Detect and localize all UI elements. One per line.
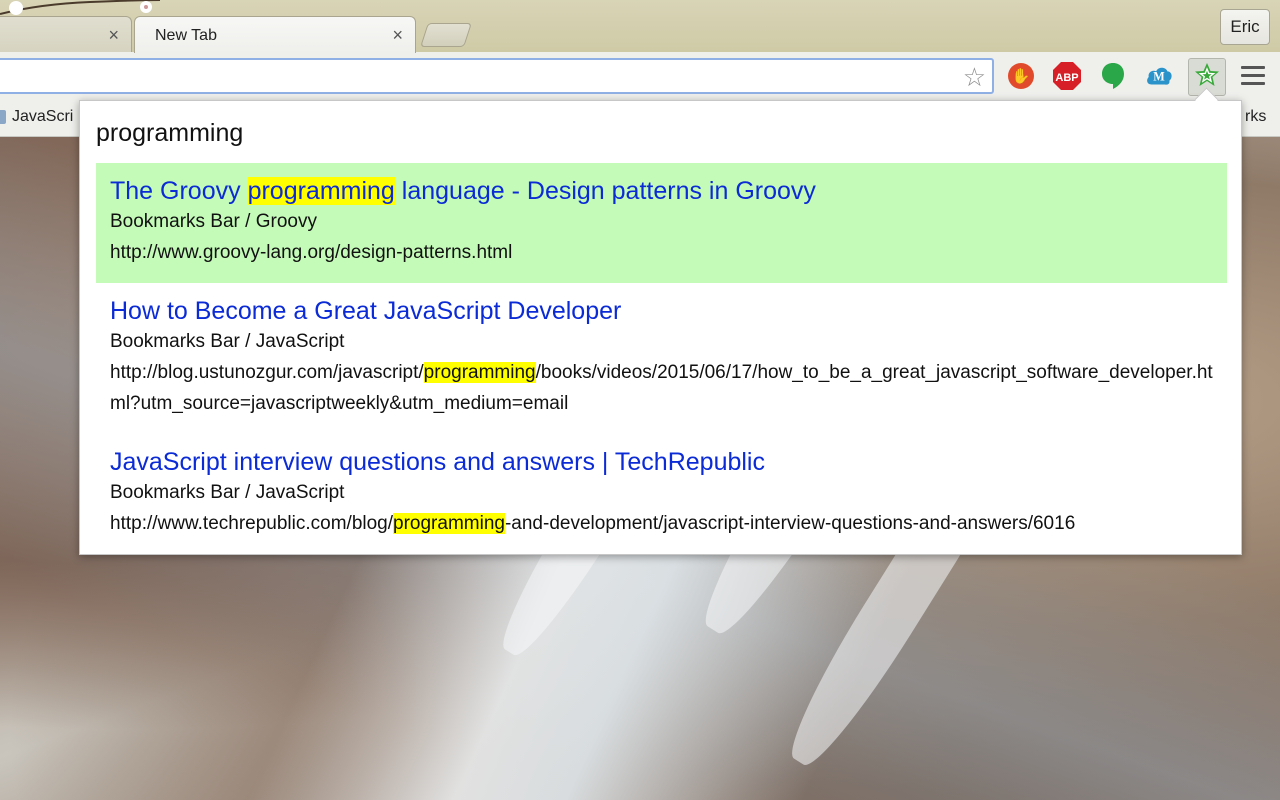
match-highlight: programming <box>393 513 505 534</box>
close-icon[interactable]: × <box>392 25 403 46</box>
hangouts-icon <box>1102 63 1124 89</box>
result-item[interactable]: JavaScript interview questions and answe… <box>96 447 1227 539</box>
result-folder-path: Bookmarks Bar / JavaScript <box>110 331 345 352</box>
hangouts-icon[interactable] <box>1098 61 1128 91</box>
tab-new-tab[interactable]: New Tab × <box>134 16 416 53</box>
result-url: http://blog.ustunozgur.com/javascript/pr… <box>110 362 1213 414</box>
tab-previous[interactable]: × <box>0 16 132 53</box>
result-item[interactable]: The Groovy programming language - Design… <box>96 163 1227 283</box>
mailbox-cloud-icon: M <box>1147 67 1172 85</box>
match-highlight: programming <box>247 177 395 205</box>
folder-icon <box>0 110 6 124</box>
svg-text:M: M <box>1153 70 1165 84</box>
adblock-plus-icon: ABP <box>1053 62 1081 90</box>
adblock-plus-icon[interactable]: ABP <box>1052 61 1082 91</box>
hand-stop-icon[interactable]: ✋ <box>1006 61 1036 91</box>
tab-strip: × New Tab × Eric <box>0 0 1280 53</box>
result-title[interactable]: How to Become a Great JavaScript Develop… <box>110 296 1213 326</box>
search-input[interactable] <box>96 119 1196 148</box>
toolbar: ☆ <box>0 52 1280 101</box>
new-tab-button[interactable] <box>420 23 472 47</box>
profile-button[interactable]: Eric <box>1220 9 1270 45</box>
bookmark-folder-javascript[interactable]: JavaScri <box>12 108 73 126</box>
close-icon[interactable]: × <box>108 25 119 46</box>
result-url: http://www.techrepublic.com/blog/program… <box>110 513 1076 534</box>
bookmark-search-star-icon <box>1195 63 1219 86</box>
bookmark-search-star-icon[interactable] <box>1192 61 1222 91</box>
bookmark-other-bookmarks[interactable]: rks <box>1245 108 1266 126</box>
result-folder-path: Bookmarks Bar / Groovy <box>110 211 317 232</box>
mailbox-cloud-icon[interactable]: M <box>1144 61 1174 91</box>
result-folder-path: Bookmarks Bar / JavaScript <box>110 482 345 503</box>
match-highlight: programming <box>423 362 536 383</box>
tab-title: New Tab <box>155 27 217 44</box>
svg-text:ABP: ABP <box>1055 72 1078 84</box>
result-item[interactable]: How to Become a Great JavaScript Develop… <box>96 296 1227 419</box>
address-bar[interactable]: ☆ <box>0 58 994 94</box>
bookmark-star-icon[interactable]: ☆ <box>963 64 986 90</box>
bookmark-search-popup: The Groovy programming language - Design… <box>79 100 1242 555</box>
result-title[interactable]: The Groovy programming language - Design… <box>110 176 1213 206</box>
result-url: http://www.groovy-lang.org/design-patter… <box>110 242 513 263</box>
result-title[interactable]: JavaScript interview questions and answe… <box>110 447 1213 477</box>
menu-icon[interactable] <box>1241 66 1265 90</box>
